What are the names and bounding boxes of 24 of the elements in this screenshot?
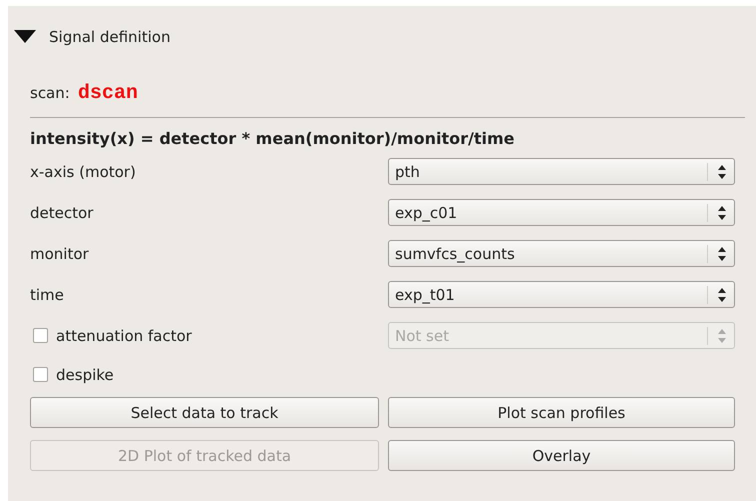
dropdown[interactable]: pth — [388, 158, 735, 185]
spinner-arrows-icon — [717, 246, 727, 262]
checkbox[interactable] — [33, 367, 48, 382]
formula-text: intensity(x) = detector * mean(monitor)/monitor/time — [30, 129, 516, 150]
spinner-arrows-icon — [717, 204, 727, 220]
field-label: detector — [30, 204, 94, 222]
dropdown[interactable]: exp_c01 — [388, 199, 735, 226]
action-button[interactable]: Plot scan profiles — [388, 397, 735, 428]
spinner-arrows-icon — [717, 164, 727, 180]
section-title: Signal definition — [49, 28, 170, 46]
dropdown[interactable]: exp_t01 — [388, 281, 735, 308]
scan-label: scan: — [30, 84, 70, 102]
field-label: x-axis (motor) — [30, 162, 137, 180]
field-label: monitor — [30, 244, 90, 262]
scan-type: dscan — [78, 82, 138, 105]
spinner-arrows-icon — [717, 328, 727, 344]
field-label: time — [30, 286, 65, 304]
dropdown[interactable]: sumvfcs_counts — [388, 240, 735, 267]
checkbox-label: attenuation factor — [56, 326, 193, 344]
expand-arrow-icon[interactable] — [14, 30, 36, 44]
action-button[interactable]: Overlay — [388, 440, 735, 471]
spinner-arrows-icon — [717, 286, 727, 302]
checkbox-label: despike — [56, 366, 115, 384]
action-button[interactable]: Select data to track — [30, 397, 379, 428]
